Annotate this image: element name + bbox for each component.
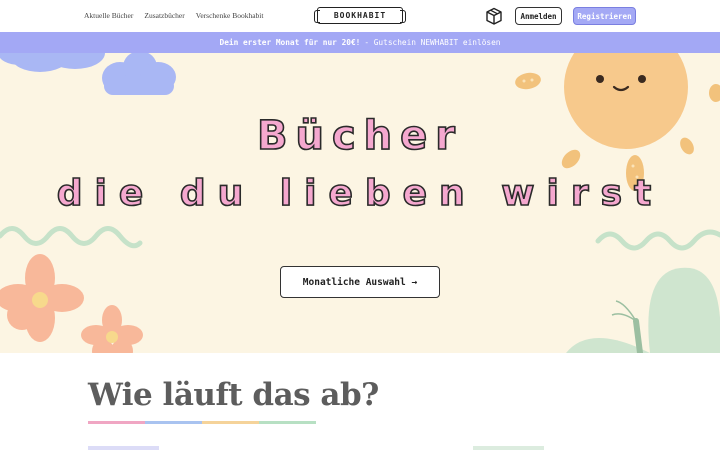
- promo-text: - Gutschein NEWHABIT einlösen: [364, 38, 501, 47]
- step-card-top: [88, 446, 159, 450]
- section-title: Wie läuft das ab?: [88, 377, 379, 413]
- nav-gift-bookhabit[interactable]: Verschenke Bookhabit: [196, 11, 264, 20]
- cloud-icon: [102, 53, 176, 95]
- hero-section: Bücher die du lieben wirst Monatliche Au…: [0, 53, 720, 353]
- title-underline: [88, 421, 316, 424]
- flower-icon: [0, 254, 84, 342]
- underline-segment: [202, 421, 259, 424]
- butterfly-icon: [566, 267, 720, 353]
- step-card-top: [473, 446, 544, 450]
- site-header: Aktuelle Bücher Zusatzbücher Verschenke …: [0, 0, 720, 32]
- underline-segment: [145, 421, 202, 424]
- register-button[interactable]: Registrieren: [573, 7, 636, 25]
- monthly-selection-button[interactable]: Monatliche Auswahl →: [280, 266, 440, 298]
- flower-icon: [81, 305, 143, 353]
- promo-banner: Dein erster Monat für nur 20€! - Gutsche…: [0, 32, 720, 53]
- box-icon[interactable]: [484, 6, 504, 26]
- hero-headline-line1: Bücher: [256, 112, 463, 160]
- nav-current-books[interactable]: Aktuelle Bücher: [84, 11, 133, 20]
- logo-text: BOOKHABIT: [333, 11, 387, 20]
- cloud-icon: [0, 53, 105, 72]
- promo-highlight: Dein erster Monat für nur 20€!: [219, 38, 361, 47]
- hero-headline-line2: die du lieben wirst: [56, 172, 664, 215]
- logo[interactable]: BOOKHABIT: [314, 7, 406, 24]
- underline-segment: [88, 421, 145, 424]
- underline-segment: [259, 421, 316, 424]
- main-nav: Aktuelle Bücher Zusatzbücher Verschenke …: [84, 11, 263, 20]
- login-button[interactable]: Anmelden: [515, 7, 562, 25]
- nav-additional-books[interactable]: Zusatzbücher: [144, 11, 184, 20]
